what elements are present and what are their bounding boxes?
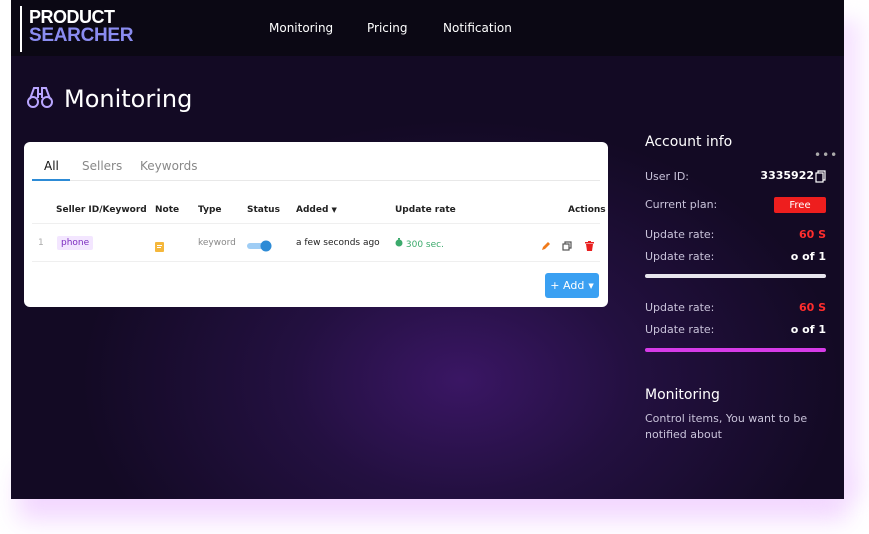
usage-bar-1 [645,274,826,278]
col-header-type[interactable]: Type [198,205,221,215]
tab-bar: All Sellers Keywords [32,156,600,181]
brand-logo[interactable]: PRODUCT SEARCHER [20,6,134,52]
col-header-update-rate[interactable]: Update rate [395,205,456,215]
tab-sellers[interactable]: Sellers [82,159,122,173]
update-rate-label-1: Update rate: [645,228,715,241]
usage-bar-2 [645,348,826,352]
nav-notification[interactable]: Notification [443,21,512,35]
monitoring-info-text: Control items, You want to be notified a… [645,412,808,441]
row-divider [32,261,600,262]
header-divider [32,223,600,224]
tab-all[interactable]: All [44,159,59,173]
update-rate-value-4: o of 1 [790,323,826,336]
row-added: a few seconds ago [296,238,380,248]
col-header-actions: Actions [568,205,606,215]
row-update-rate-value: 300 sec. [405,240,444,250]
col-header-added[interactable]: Added ▼ [296,205,337,215]
update-rate-value-3: 60 S [798,301,826,314]
app-window: PRODUCT SEARCHER Monitoring Pricing Noti… [11,0,844,499]
monitoring-table-card: All Sellers Keywords Seller ID/Keyword N… [24,142,608,307]
row-update-rate: 300 sec. [395,238,444,250]
tab-keywords[interactable]: Keywords [140,159,198,173]
update-rate-value-2: o of 1 [790,250,826,263]
col-header-seller[interactable]: Seller ID/Keyword [56,205,147,215]
monitoring-info-title: Monitoring [645,387,720,403]
page-header: Monitoring [26,84,192,114]
sort-down-icon: ▼ [331,206,337,214]
col-header-status[interactable]: Status [247,205,280,215]
status-toggle[interactable] [247,237,273,256]
page-title: Monitoring [64,85,193,113]
user-id-label: User ID: [645,170,689,183]
binoculars-icon [26,84,54,114]
row-type: keyword [198,238,236,248]
edit-icon[interactable] [541,236,551,255]
add-button[interactable]: + Add ▼ [545,273,599,298]
plan-badge[interactable]: Free [774,197,826,213]
top-navbar: PRODUCT SEARCHER Monitoring Pricing Noti… [11,0,844,56]
more-options-icon[interactable]: ••• [814,148,838,162]
col-header-note[interactable]: Note [155,205,179,215]
row-index: 1 [38,238,44,248]
note-icon[interactable] [155,237,164,256]
update-rate-label-3: Update rate: [645,301,715,314]
user-id-value: 3335922 [760,169,814,182]
delete-icon[interactable] [585,236,594,255]
nav-pricing[interactable]: Pricing [367,21,407,35]
update-rate-value-1: 60 S [798,228,826,241]
copy-id-icon[interactable] [815,168,826,187]
keyword-tag[interactable]: phone [57,236,94,250]
brand-line1: PRODUCT [29,7,115,27]
nav-monitoring[interactable]: Monitoring [269,21,333,35]
add-button-label: + Add [550,279,585,292]
brand-line2: SEARCHER [29,25,134,46]
active-tab-indicator [32,179,70,181]
update-rate-label-2: Update rate: [645,250,715,263]
update-rate-label-4: Update rate: [645,323,715,336]
copy-icon[interactable] [562,236,572,255]
account-info-title: Account info [645,134,733,150]
stopwatch-icon [395,238,406,250]
current-plan-label: Current plan: [645,198,718,211]
chevron-down-icon: ▼ [588,281,594,290]
col-header-added-label: Added [296,205,329,215]
